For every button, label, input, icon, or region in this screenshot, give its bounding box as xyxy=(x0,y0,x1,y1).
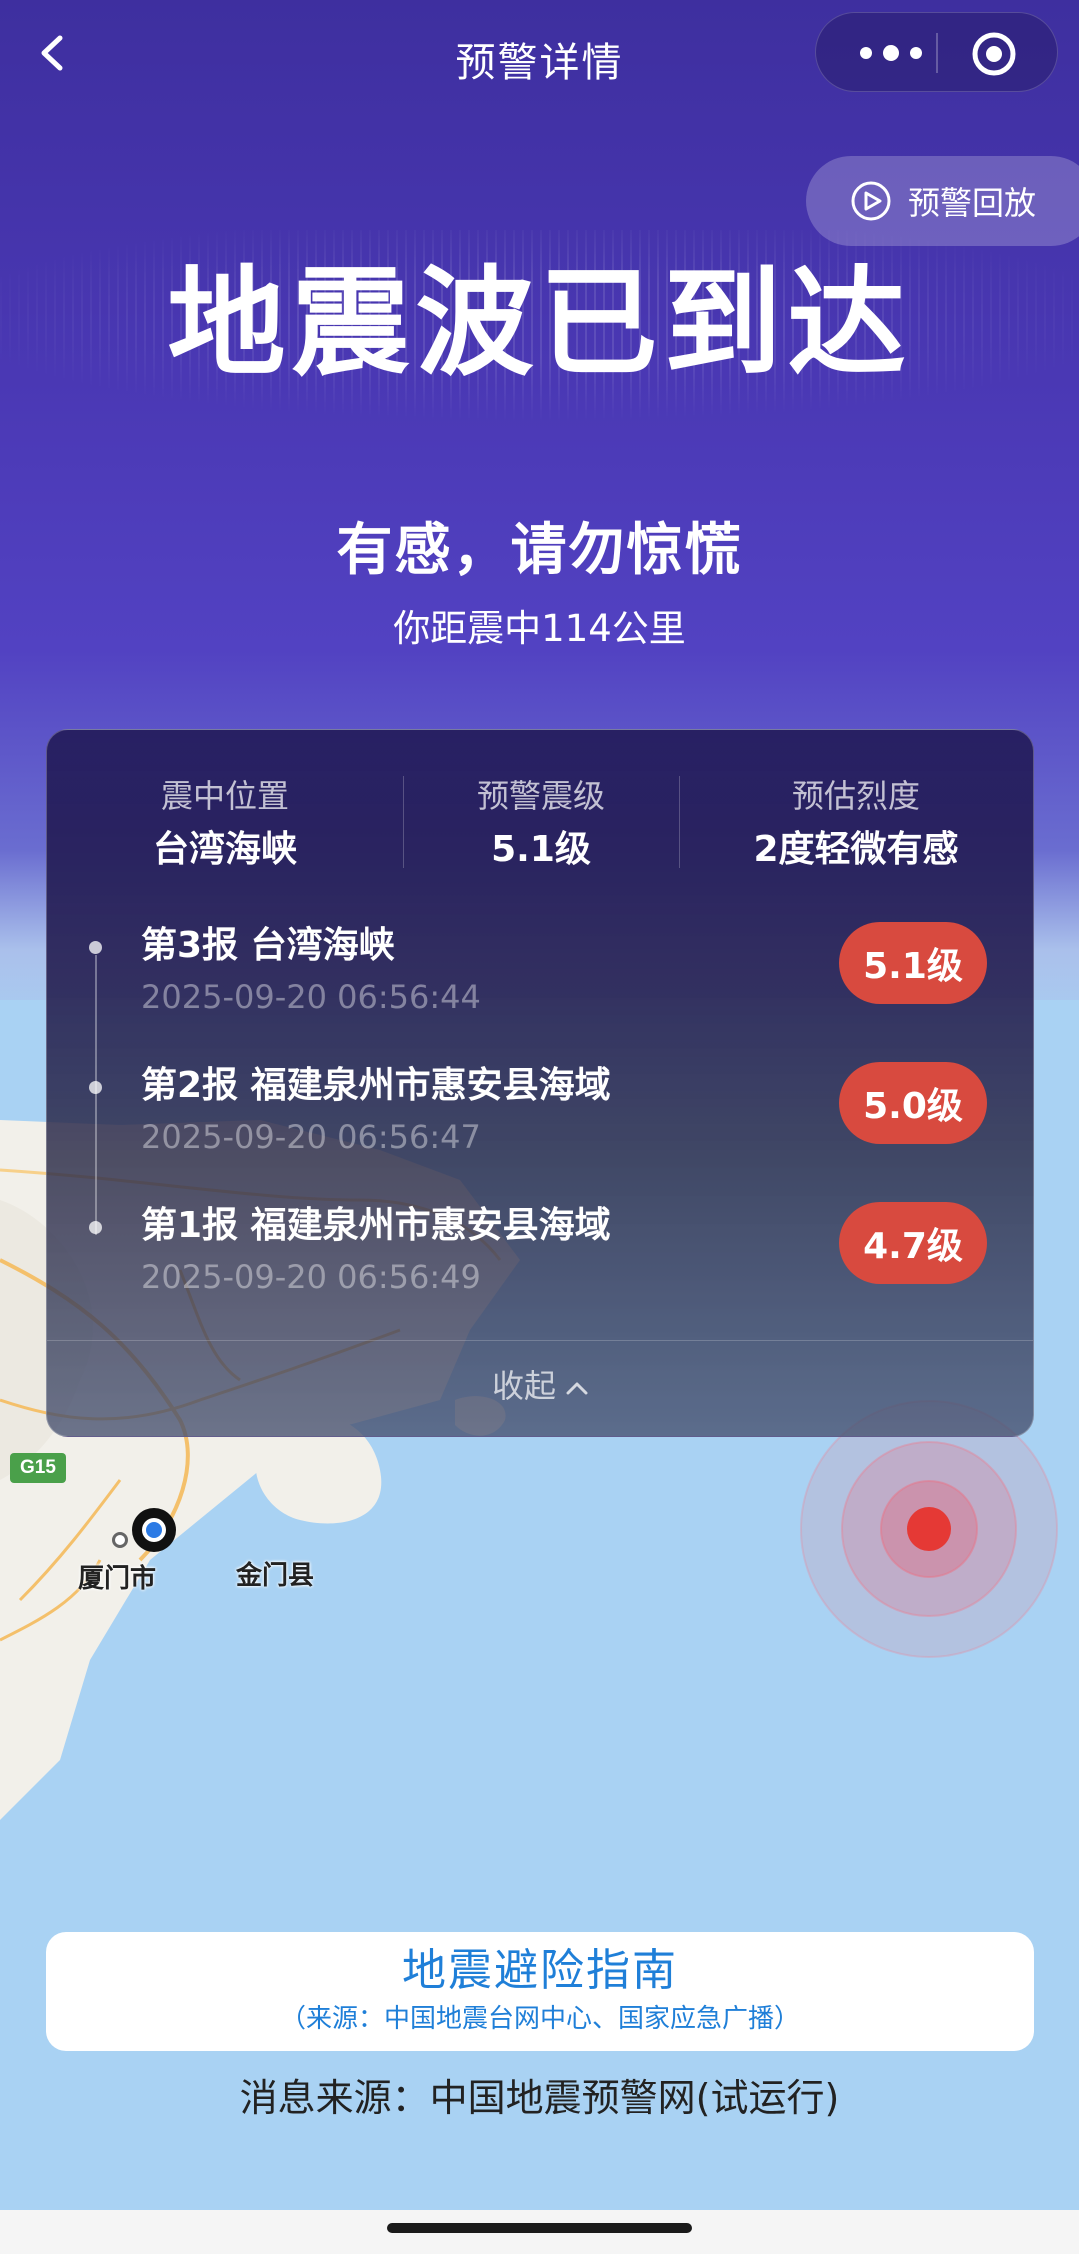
report-title: 第2报 福建泉州市惠安县海域 xyxy=(141,1065,611,1106)
stat-label: 预估烈度 xyxy=(791,777,920,815)
collapse-label: 收起 xyxy=(491,1367,556,1405)
magnitude-badge: 5.1级 xyxy=(839,922,987,1004)
card-divider xyxy=(47,1340,1033,1341)
advice-text: 有感，请勿惊慌 xyxy=(336,518,743,583)
more-dots-icon[interactable] xyxy=(856,39,926,67)
report-item[interactable]: 第1报 福建泉州市惠安县海域 2025-09-20 06:56:49 4.7级 xyxy=(47,1200,1033,1320)
timeline-dot xyxy=(89,1221,102,1234)
play-circle-icon xyxy=(851,181,891,221)
safety-guide-button[interactable]: 地震避险指南 （来源：中国地震台网中心、国家应急广播） xyxy=(46,1932,1034,2051)
stat-label: 震中位置 xyxy=(160,777,289,815)
report-title: 第3报 台湾海峡 xyxy=(141,925,395,966)
stat-value: 5.1级 xyxy=(491,829,591,870)
report-time: 2025-09-20 06:56:47 xyxy=(141,1118,481,1156)
target-icon[interactable] xyxy=(971,31,1017,77)
stat-value: 2度轻微有感 xyxy=(753,829,959,870)
guide-subtitle: （来源：中国地震台网中心、国家应急广播） xyxy=(279,2004,800,2034)
map-label-jinmen: 金门县 xyxy=(236,1561,315,1591)
timeline-dot xyxy=(89,941,102,954)
chevron-up-icon xyxy=(566,1382,588,1395)
map-label-xiamen: 厦门市 xyxy=(78,1564,157,1594)
distance-text: 你距震中114公里 xyxy=(393,607,686,650)
report-item[interactable]: 第2报 福建泉州市惠安县海域 2025-09-20 06:56:47 5.0级 xyxy=(47,1060,1033,1180)
magnitude-badge: 4.7级 xyxy=(839,1202,987,1284)
my-location-icon xyxy=(132,1508,176,1552)
home-indicator[interactable] xyxy=(387,2223,692,2233)
magnitude-badge: 5.0级 xyxy=(839,1062,987,1144)
report-item[interactable]: 第3报 台湾海峡 2025-09-20 06:56:44 5.1级 xyxy=(47,920,1033,1040)
stat-epicenter: 震中位置 台湾海峡 xyxy=(47,776,403,872)
stats-row: 震中位置 台湾海峡 预警震级 5.1级 预估烈度 2度轻微有感 xyxy=(47,776,1033,872)
city-marker xyxy=(112,1532,128,1548)
stat-value: 台湾海峡 xyxy=(152,829,297,870)
guide-title: 地震避险指南 xyxy=(402,1945,678,1996)
stat-intensity: 预估烈度 2度轻微有感 xyxy=(679,776,1033,872)
epicenter-marker-icon xyxy=(800,1400,1058,1658)
nav-bar: 预警详情 xyxy=(0,0,1079,110)
highway-shield: G15 xyxy=(10,1453,66,1483)
arrival-status: 地震波已到达 xyxy=(167,254,912,392)
source-text: 消息来源：中国地震预警网(试运行) xyxy=(239,2076,840,2120)
timeline-dot xyxy=(89,1081,102,1094)
report-time: 2025-09-20 06:56:49 xyxy=(141,1258,481,1296)
report-time: 2025-09-20 06:56:44 xyxy=(141,978,481,1016)
report-title: 第1报 福建泉州市惠安县海域 xyxy=(141,1205,611,1246)
capsule-divider xyxy=(936,33,938,73)
stat-label: 预警震级 xyxy=(476,777,605,815)
collapse-button[interactable]: 收起 xyxy=(47,1358,1033,1414)
warning-info-card: 震中位置 台湾海峡 预警震级 5.1级 预估烈度 2度轻微有感 第3报 台湾海峡… xyxy=(46,729,1034,1437)
mini-program-capsule xyxy=(815,12,1058,92)
stat-magnitude: 预警震级 5.1级 xyxy=(403,776,679,872)
replay-label: 预警回放 xyxy=(908,184,1037,222)
replay-button[interactable]: 预警回放 xyxy=(806,156,1079,246)
